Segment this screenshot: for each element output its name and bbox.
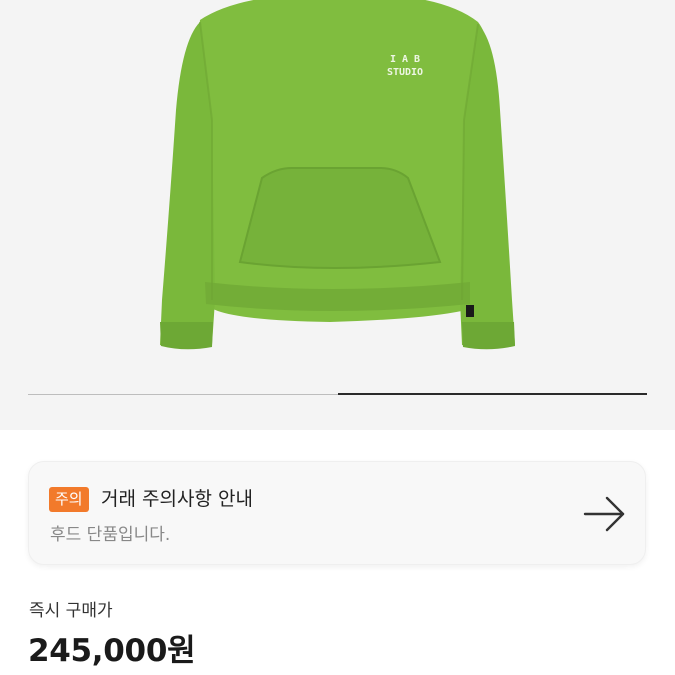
instant-buy-price-value: 245,000원	[28, 633, 196, 669]
hoodie-logo-line2: STUDIO	[387, 67, 423, 78]
hoodie-logo-line1: I A B	[390, 54, 420, 65]
instant-buy-price-label: 즉시 구매가	[29, 601, 113, 621]
image-progress-indicator	[28, 393, 647, 396]
progress-fill	[337, 393, 647, 395]
warning-badge: 주의	[49, 487, 89, 512]
trade-notice-card[interactable]: 주의 거래 주의사항 안내 후드 단품입니다.	[28, 461, 646, 565]
product-image-carousel[interactable]: I A B STUDIO	[0, 0, 675, 430]
notice-title: 거래 주의사항 안내	[101, 488, 253, 510]
hoodie-image: I A B STUDIO	[160, 0, 515, 350]
notice-subtitle: 후드 단품입니다.	[50, 525, 171, 545]
arrow-right-icon[interactable]	[583, 494, 627, 534]
